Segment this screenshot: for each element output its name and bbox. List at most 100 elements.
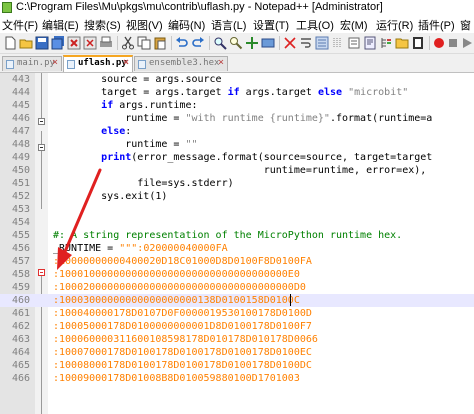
menu-macro[interactable]: 宏(M) [340, 17, 368, 33]
record-icon[interactable] [432, 36, 446, 50]
code-text: :10007000178D0100178D0100178D0100178D010… [53, 347, 312, 358]
menu-view[interactable]: 视图(V) [126, 17, 163, 33]
code-text: :10001000000000000000000000000000000000E… [53, 269, 300, 280]
code-text: runtime = "with runtime {runtime}".forma… [53, 113, 433, 124]
code-text: if args.runtime: [101, 100, 198, 111]
wrap-icon[interactable] [299, 36, 313, 50]
line-number: 456 [11, 243, 30, 254]
toolbar-separator [209, 36, 210, 50]
line-number: 455 [11, 230, 30, 241]
menu-file[interactable]: 文件(F) [2, 17, 38, 33]
indent-guide-icon[interactable] [331, 36, 345, 50]
tab-uflash-py[interactable]: uflash.py × [63, 55, 133, 72]
sync-icon[interactable] [283, 36, 297, 50]
code-text: runtime=runtime, error=ex), [53, 165, 427, 176]
code-line: 451 file=sys.stderr) [0, 177, 474, 190]
close-all-icon[interactable] [83, 36, 97, 50]
menu-run[interactable]: 运行(R) [376, 17, 413, 33]
find-icon[interactable] [213, 36, 227, 50]
toolbar-separator [429, 36, 430, 50]
line-number: 446 [11, 113, 30, 124]
function-list-icon[interactable] [379, 36, 393, 50]
line-number: 444 [11, 87, 30, 98]
tab-main-py[interactable]: main.py × [2, 56, 62, 71]
menu-language[interactable]: 语言(L) [211, 17, 246, 33]
save-all-icon[interactable] [51, 36, 65, 50]
all-chars-icon[interactable] [315, 36, 329, 50]
line-number: 461 [11, 308, 30, 319]
code-line: 445 if args.runtime: [0, 99, 474, 112]
window-title: C:\Program Files\Mu\pkgs\mu\contrib\ufla… [16, 1, 383, 13]
code-line: 465:10008000178D0100178D0100178D0100178D… [0, 359, 474, 372]
replace-icon[interactable] [229, 36, 243, 50]
code-line-current: 460 :10003000000000000000000138D0100158D0… [0, 294, 474, 307]
code-text: _RUNTIME = """:020000040000FA [53, 243, 228, 254]
new-file-icon[interactable] [3, 36, 17, 50]
code-editor[interactable]: 443 source = args.source 444 target = ar… [0, 73, 474, 414]
code-text: file=sys.stderr) [53, 178, 234, 189]
text-caret [290, 294, 291, 306]
line-number: 443 [11, 74, 30, 85]
line-number: 458 [11, 269, 30, 280]
code-line: 461:100040000178D0107D0F0000019530100178… [0, 307, 474, 320]
menu-tools[interactable]: 工具(O) [296, 17, 334, 33]
code-line: 459:100020000000000000000000000000000000… [0, 281, 474, 294]
tab-close-icon[interactable]: × [52, 57, 58, 68]
line-number: 448 [11, 139, 30, 150]
doc-map-icon[interactable] [363, 36, 377, 50]
code-text: source = args.source [53, 74, 222, 85]
tab-close-icon[interactable]: × [123, 57, 129, 68]
menu-window[interactable]: 窗 [460, 17, 471, 33]
print-icon[interactable] [99, 36, 113, 50]
line-number: 465 [11, 360, 30, 371]
code-line: 463:100060000311600108598178D010178D0101… [0, 333, 474, 346]
zoom-out-icon[interactable] [261, 36, 275, 50]
line-number: 460 [11, 295, 30, 306]
zoom-in-icon[interactable] [245, 36, 259, 50]
monitor-icon[interactable] [411, 36, 425, 50]
tab-label: uflash.py [78, 58, 127, 68]
cut-icon[interactable] [121, 36, 135, 50]
tab-label: ensemble3.hex [149, 58, 220, 68]
code-text: :10003000000000000000000138D0100158D0100… [53, 295, 300, 306]
close-icon[interactable] [67, 36, 81, 50]
tab-close-icon[interactable]: × [218, 57, 224, 68]
paste-icon[interactable] [153, 36, 167, 50]
tab-ensemble3-hex[interactable]: ensemble3.hex × [134, 56, 228, 71]
save-icon[interactable] [35, 36, 49, 50]
code-text: sys.exit(1) [53, 191, 168, 202]
copy-icon[interactable] [137, 36, 151, 50]
play-icon[interactable] [460, 36, 474, 50]
menu-settings[interactable]: 设置(T) [253, 17, 289, 33]
lang-icon[interactable] [347, 36, 361, 50]
line-number: 453 [11, 204, 30, 215]
code-line: 458 :100010000000000000000000000000000000… [0, 268, 474, 281]
menu-search[interactable]: 搜索(S) [84, 17, 121, 33]
code-line: 446 runtime = "with runtime {runtime}".f… [0, 112, 474, 125]
line-number: 447 [11, 126, 30, 137]
code-text: runtime = "" [53, 139, 198, 150]
file-icon [138, 60, 146, 69]
menu-bar: 文件(F) 编辑(E) 搜索(S) 视图(V) 编码(N) 语言(L) 设置(T… [0, 16, 474, 33]
tab-bar: main.py × uflash.py × ensemble3.hex × [0, 54, 474, 73]
code-line: 455 #: A string representation of the Mic… [0, 229, 474, 242]
menu-plugins[interactable]: 插件(P) [418, 17, 455, 33]
code-line: 462:10005000178D0100000000001D8D0100178D… [0, 320, 474, 333]
file-icon [67, 60, 75, 69]
code-line: 447 else: [0, 125, 474, 138]
menu-edit[interactable]: 编辑(E) [42, 17, 79, 33]
code-line: 449 print(error_message.format(source=so… [0, 151, 474, 164]
folder-icon[interactable] [395, 36, 409, 50]
code-text: else: [101, 126, 132, 137]
toolbar-separator [171, 36, 172, 50]
undo-icon[interactable] [175, 36, 189, 50]
redo-icon[interactable] [191, 36, 205, 50]
stop-icon[interactable] [446, 36, 460, 50]
line-number: 462 [11, 321, 30, 332]
code-line: 443 source = args.source [0, 73, 474, 86]
code-line: 456 _RUNTIME = """:020000040000FA [0, 242, 474, 255]
code-text: :10009000178D01008B8D010059880100D170100… [53, 373, 300, 384]
toolbar [0, 33, 474, 54]
open-file-icon[interactable] [19, 36, 33, 50]
menu-encoding[interactable]: 编码(N) [168, 17, 205, 33]
